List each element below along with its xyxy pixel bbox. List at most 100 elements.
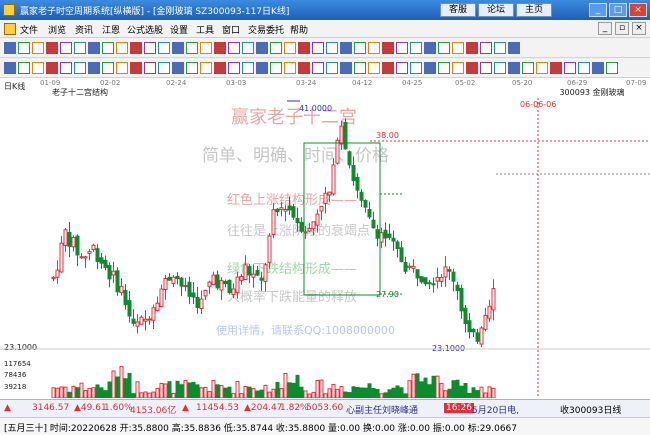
toolbar-icon[interactable] — [494, 42, 506, 54]
toolbar-icon[interactable] — [18, 62, 30, 74]
toolbar-icon[interactable] — [340, 62, 352, 74]
menu-formula[interactable]: 公式选股 — [127, 23, 163, 36]
toolbar-icon[interactable] — [452, 62, 464, 74]
toolbar-icon[interactable] — [480, 62, 492, 74]
toolbar-icon[interactable] — [508, 42, 520, 54]
toolbar-icon[interactable] — [424, 62, 436, 74]
menu-news[interactable]: 资讯 — [75, 23, 93, 36]
toolbar-icon[interactable] — [74, 42, 86, 54]
toolbar-icon[interactable] — [396, 42, 408, 54]
toolbar-icon[interactable] — [326, 62, 338, 74]
toolbar-icon[interactable] — [74, 62, 86, 74]
toolbar-icon[interactable] — [284, 62, 296, 74]
toolbar-icon[interactable] — [144, 62, 156, 74]
toolbar-icon[interactable] — [46, 62, 58, 74]
toolbar-icon[interactable] — [4, 62, 16, 74]
customer-service-button[interactable]: 客服 — [440, 3, 476, 17]
menu-file[interactable]: 文件 — [20, 23, 38, 36]
toolbar-icon[interactable] — [172, 62, 184, 74]
toolbar-icon[interactable] — [200, 42, 212, 54]
toolbar-icon[interactable] — [438, 42, 450, 54]
toolbar-icon[interactable] — [354, 42, 366, 54]
kline-chart[interactable]: 日K线 300093 金刚玻璃 老子十二宫结构 01-09 02-02 02-24 0… — [0, 78, 650, 398]
toolbar-icon[interactable] — [32, 62, 44, 74]
toolbar-icon[interactable] — [46, 42, 58, 54]
toolbar-icon[interactable] — [158, 62, 170, 74]
toolbar-icon[interactable] — [410, 62, 422, 74]
toolbar-icon[interactable] — [410, 42, 422, 54]
mdi-minimize-button[interactable]: _ — [598, 22, 612, 35]
menu-window[interactable]: 窗口 — [222, 23, 240, 36]
toolbar-icon[interactable] — [284, 42, 296, 54]
toolbar-icon[interactable] — [4, 42, 16, 54]
toolbar-icon[interactable] — [396, 62, 408, 74]
toolbar-icon[interactable] — [424, 42, 436, 54]
toolbar-icon[interactable] — [312, 62, 324, 74]
menu-trade[interactable]: 交易委托 — [248, 23, 284, 36]
toolbar-icon[interactable] — [326, 42, 338, 54]
homepage-button[interactable]: 主页 — [516, 3, 552, 17]
forum-button[interactable]: 论坛 — [478, 3, 514, 17]
toolbar-icon[interactable] — [466, 62, 478, 74]
toolbar-icon[interactable] — [186, 42, 198, 54]
menu-tools[interactable]: 工具 — [196, 23, 214, 36]
close-button[interactable]: × — [629, 3, 647, 17]
menu-browse[interactable]: 浏览 — [48, 23, 66, 36]
toolbar-icon[interactable] — [144, 42, 156, 54]
toolbar-icon[interactable] — [200, 62, 212, 74]
menu-help[interactable]: 帮助 — [290, 23, 308, 36]
toolbar-icon[interactable] — [606, 62, 618, 74]
toolbar-icon[interactable] — [186, 62, 198, 74]
toolbar-icon[interactable] — [32, 42, 44, 54]
toolbar-icon[interactable] — [298, 62, 310, 74]
toolbar-icon[interactable] — [18, 42, 30, 54]
toolbar-icon[interactable] — [130, 62, 142, 74]
toolbar-icon[interactable] — [214, 62, 226, 74]
toolbar-icon[interactable] — [452, 42, 464, 54]
toolbar-icon[interactable] — [578, 62, 590, 74]
toolbar-icon[interactable] — [116, 42, 128, 54]
toolbar-icon[interactable] — [564, 62, 576, 74]
toolbar-icon[interactable] — [88, 62, 100, 74]
toolbar-icon[interactable] — [466, 42, 478, 54]
menu-gann[interactable]: 江恩 — [102, 23, 120, 36]
menu-settings[interactable]: 设置 — [170, 23, 188, 36]
toolbar-icon[interactable] — [382, 42, 394, 54]
toolbar-icon[interactable] — [508, 62, 520, 74]
toolbar-icon[interactable] — [592, 62, 604, 74]
toolbar-icon[interactable] — [382, 62, 394, 74]
toolbar-icon[interactable] — [494, 62, 506, 74]
toolbar-icon[interactable] — [102, 42, 114, 54]
minimize-button[interactable]: _ — [589, 3, 607, 17]
toolbar-icon[interactable] — [354, 62, 366, 74]
toolbar-icon[interactable] — [270, 62, 282, 74]
toolbar-icon[interactable] — [270, 42, 282, 54]
toolbar-icon[interactable] — [172, 42, 184, 54]
toolbar-icon[interactable] — [130, 42, 142, 54]
mdi-restore-button[interactable]: ▫ — [615, 22, 629, 35]
app-menu-icon[interactable] — [4, 23, 16, 35]
kline-chart-canvas[interactable]: 日K线 300093 金刚玻璃 老子十二宫结构 01-09 02-02 02-24 0… — [0, 78, 650, 398]
toolbar-icon[interactable] — [158, 42, 170, 54]
toolbar-icon[interactable] — [256, 42, 268, 54]
toolbar-icon[interactable] — [228, 42, 240, 54]
toolbar-icon[interactable] — [312, 42, 324, 54]
toolbar-icon[interactable] — [88, 42, 100, 54]
toolbar-icon[interactable] — [102, 62, 114, 74]
toolbar-icon[interactable] — [550, 62, 562, 74]
toolbar-icon[interactable] — [60, 42, 72, 54]
toolbar-icon[interactable] — [298, 42, 310, 54]
toolbar-icon[interactable] — [228, 62, 240, 74]
toolbar-icon[interactable] — [60, 62, 72, 74]
maximize-button[interactable]: □ — [609, 3, 627, 17]
toolbar-icon[interactable] — [214, 42, 226, 54]
toolbar-icon[interactable] — [368, 62, 380, 74]
toolbar-icon[interactable] — [340, 42, 352, 54]
toolbar-icon[interactable] — [522, 62, 534, 74]
toolbar-icon[interactable] — [256, 62, 268, 74]
toolbar-icon[interactable] — [242, 42, 254, 54]
toolbar-icon[interactable] — [116, 62, 128, 74]
toolbar-icon[interactable] — [368, 42, 380, 54]
mdi-close-button[interactable]: × — [632, 22, 646, 35]
toolbar-icon[interactable] — [536, 62, 548, 74]
